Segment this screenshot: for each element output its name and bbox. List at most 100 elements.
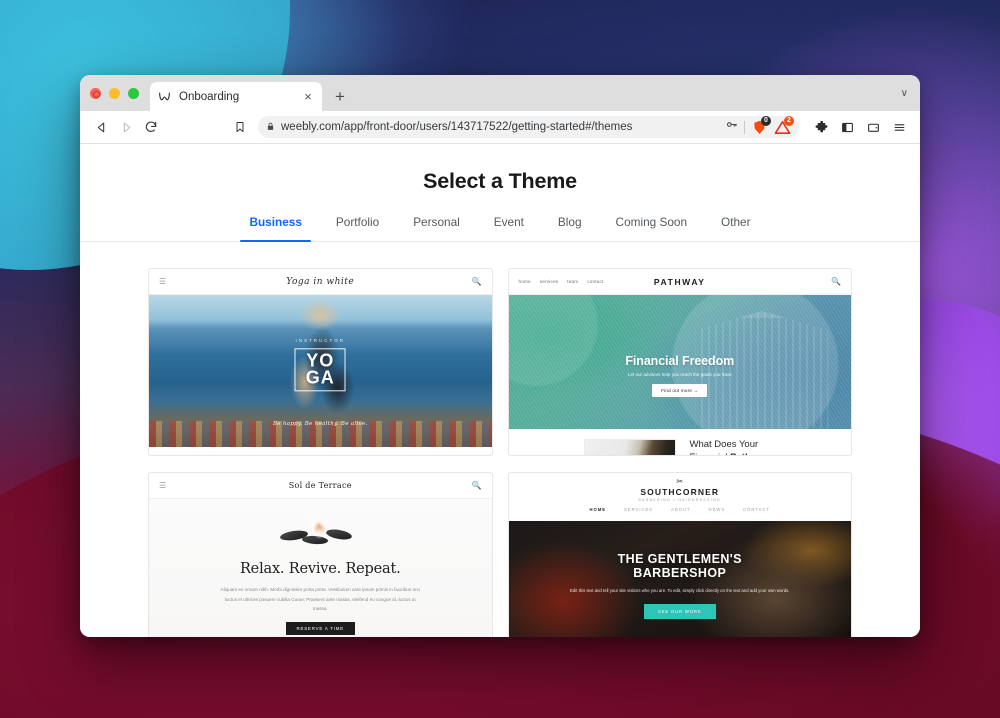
search-icon: 🔍 bbox=[471, 481, 482, 490]
page-title: Select a Theme bbox=[423, 169, 577, 193]
theme-sol-logo: Sol de Terrace bbox=[288, 481, 352, 490]
theme-pathway-lower-line1: What Does Your bbox=[689, 439, 759, 450]
theme-pathway-heading: Financial Freedom bbox=[625, 353, 735, 368]
address-bar[interactable]: weebly.com/app/front-door/users/14371752… bbox=[258, 115, 799, 138]
theme-pathway-hero: Financial Freedom Let our advisors help … bbox=[508, 295, 852, 429]
theme-sol-flower bbox=[302, 515, 339, 541]
new-tab-button[interactable]: + bbox=[328, 82, 352, 111]
sidebar-toggle-icon[interactable] bbox=[836, 116, 858, 138]
tab-strip-right: ∨ bbox=[901, 75, 920, 111]
theme-southcorner-nav-news: NEWS bbox=[708, 507, 726, 512]
theme-southcorner-nav-contact: CONTACT bbox=[743, 507, 771, 512]
weebly-w-icon bbox=[157, 89, 172, 104]
lock-icon bbox=[266, 118, 275, 136]
brave-shield-icon[interactable]: 0 bbox=[751, 115, 771, 136]
theme-yoga-hero: INSTRUCTOR YO GA Be happy. Be healthy. B… bbox=[149, 295, 492, 447]
page-viewport: Select a Theme Business Portfolio Person… bbox=[80, 144, 920, 637]
theme-card-southcorner[interactable]: ✂ SOUTHCORNER BARBERING • HAIRDRESSING H… bbox=[507, 472, 852, 637]
theme-yoga-title-box: YO GA bbox=[294, 348, 346, 392]
warning-triangle-icon[interactable]: 2 bbox=[774, 115, 794, 136]
browser-tab-strip: Onboarding × + ∨ bbox=[80, 75, 920, 111]
theme-sol-artwork bbox=[274, 515, 366, 549]
tab-business[interactable]: Business bbox=[232, 215, 318, 242]
theme-pathway-nav-contact: contact bbox=[587, 279, 604, 284]
theme-southcorner-cta-button: SEE OUR WORK bbox=[643, 604, 716, 620]
theme-southcorner-nav-services: SERVICES bbox=[624, 507, 654, 512]
close-window-button[interactable] bbox=[90, 87, 101, 99]
theme-pathway-hero-content: Financial Freedom Let our advisors help … bbox=[509, 354, 852, 397]
toolbar-right-actions bbox=[810, 116, 910, 138]
warning-badge-count: 2 bbox=[784, 115, 794, 126]
tab-other[interactable]: Other bbox=[704, 215, 768, 241]
theme-sol-cta-button: RESERVE A TIME bbox=[285, 621, 355, 635]
minimize-window-button[interactable] bbox=[109, 87, 120, 99]
tab-blog[interactable]: Blog bbox=[541, 215, 599, 241]
browser-window: Onboarding × + ∨ weebly.com/app/front-do… bbox=[80, 75, 920, 637]
hamburger-icon: ☰ bbox=[159, 277, 167, 286]
theme-yoga-title-line2: GA bbox=[305, 367, 335, 388]
theme-pathway-nav: home services team contact bbox=[519, 279, 604, 284]
theme-pathway-subtitle: Let our advisors help you reach the goal… bbox=[627, 371, 732, 377]
theme-southcorner-header: ✂ SOUTHCORNER BARBERING • HAIRDRESSING H… bbox=[508, 473, 852, 521]
theme-southcorner-nav-home: HOME bbox=[589, 507, 606, 512]
close-tab-button[interactable]: × bbox=[301, 90, 315, 104]
browser-tab[interactable]: Onboarding × bbox=[150, 82, 322, 111]
tab-event[interactable]: Event bbox=[477, 215, 541, 241]
tab-coming-soon[interactable]: Coming Soon bbox=[599, 215, 704, 241]
window-controls bbox=[90, 75, 150, 111]
theme-pathway-header: home services team contact PATHWAY 🔍 bbox=[508, 269, 851, 295]
theme-pathway-lower-line2-bold: Pathway bbox=[730, 452, 769, 455]
tab-portfolio[interactable]: Portfolio bbox=[319, 215, 396, 241]
theme-southcorner-heading-line2: BARBERSHOP bbox=[633, 565, 727, 580]
omnibox-separator bbox=[744, 120, 745, 134]
theme-pathway-nav-services: services bbox=[539, 279, 559, 284]
theme-sol-heading: Relax. Revive. Repeat. bbox=[239, 561, 401, 577]
theme-card-pathway[interactable]: home services team contact PATHWAY 🔍 Fin… bbox=[507, 268, 852, 456]
theme-pathway-lower-heading: What Does Your Financial Pathway bbox=[689, 439, 769, 455]
theme-yoga-eyebrow: INSTRUCTOR bbox=[295, 337, 345, 343]
theme-pathway-lower-line2-plain: Financial bbox=[690, 452, 731, 455]
theme-pathway-cta-button: Find out more → bbox=[652, 383, 708, 397]
theme-yoga-tagline: Be happy. Be healthy. Be alive. bbox=[272, 421, 368, 427]
key-icon[interactable] bbox=[725, 118, 738, 136]
forward-button[interactable] bbox=[115, 116, 137, 138]
browser-menu-button[interactable] bbox=[888, 116, 910, 138]
bookmark-icon[interactable] bbox=[229, 116, 251, 138]
search-icon: 🔍 bbox=[831, 277, 841, 286]
theme-pathway-thumb bbox=[583, 439, 676, 455]
theme-yoga-logo: Yoga in white bbox=[286, 276, 355, 287]
theme-southcorner-nav: HOME SERVICES ABOUT NEWS CONTACT bbox=[509, 507, 852, 512]
theme-southcorner-heading-line1: THE GENTLEMEN'S bbox=[617, 551, 742, 566]
theme-pathway-nav-team: team bbox=[567, 279, 579, 284]
url-text: weebly.com/app/front-door/users/14371752… bbox=[281, 121, 633, 133]
reload-button[interactable] bbox=[140, 116, 162, 138]
scissors-icon: ✂ bbox=[676, 477, 684, 486]
wallet-icon[interactable] bbox=[862, 116, 884, 138]
theme-southcorner-nav-about: ABOUT bbox=[671, 507, 691, 512]
theme-pathway-nav-home: home bbox=[518, 279, 531, 284]
theme-yoga-header: ☰ Yoga in white 🔍 bbox=[149, 269, 492, 295]
search-icon: 🔍 bbox=[471, 277, 482, 286]
tab-title: Onboarding bbox=[179, 90, 240, 103]
theme-southcorner-tagline: BARBERING • HAIRDRESSING bbox=[638, 498, 721, 502]
browser-toolbar: weebly.com/app/front-door/users/14371752… bbox=[80, 111, 920, 144]
theme-sol-paragraph: Aliquam ex ornare nibh. Morbi dignissim … bbox=[220, 587, 420, 612]
theme-pathway-lower: What Does Your Financial Pathway bbox=[508, 429, 851, 455]
theme-grid: ☰ Yoga in white 🔍 INSTRUCTOR YO GA Be ha… bbox=[80, 242, 920, 637]
tab-personal[interactable]: Personal bbox=[396, 215, 477, 241]
theme-category-tabs: Business Portfolio Personal Event Blog C… bbox=[80, 215, 920, 242]
theme-pathway-lower-line2: Financial Pathway bbox=[690, 452, 769, 455]
theme-card-sol-de-terrace[interactable]: ☰ Sol de Terrace 🔍 Relax. Revive. Repeat… bbox=[148, 472, 493, 637]
maximize-window-button[interactable] bbox=[128, 87, 139, 99]
chevron-down-icon[interactable]: ∨ bbox=[901, 88, 908, 99]
theme-sol-header: ☰ Sol de Terrace 🔍 bbox=[149, 473, 492, 499]
theme-southcorner-paragraph: Edit this text and tell your site visito… bbox=[570, 588, 790, 594]
theme-southcorner-brand: SOUTHCORNER bbox=[640, 487, 720, 497]
back-button[interactable] bbox=[90, 116, 112, 138]
theme-card-yoga[interactable]: ☰ Yoga in white 🔍 INSTRUCTOR YO GA Be ha… bbox=[148, 268, 493, 456]
omnibox-actions: 0 2 bbox=[725, 115, 794, 136]
shield-badge-count: 0 bbox=[761, 115, 771, 126]
theme-southcorner-hero-content: THE GENTLEMEN'S BARBERSHOP Edit this tex… bbox=[509, 552, 852, 620]
hamburger-icon: ☰ bbox=[159, 481, 167, 490]
extensions-icon[interactable] bbox=[810, 116, 832, 138]
